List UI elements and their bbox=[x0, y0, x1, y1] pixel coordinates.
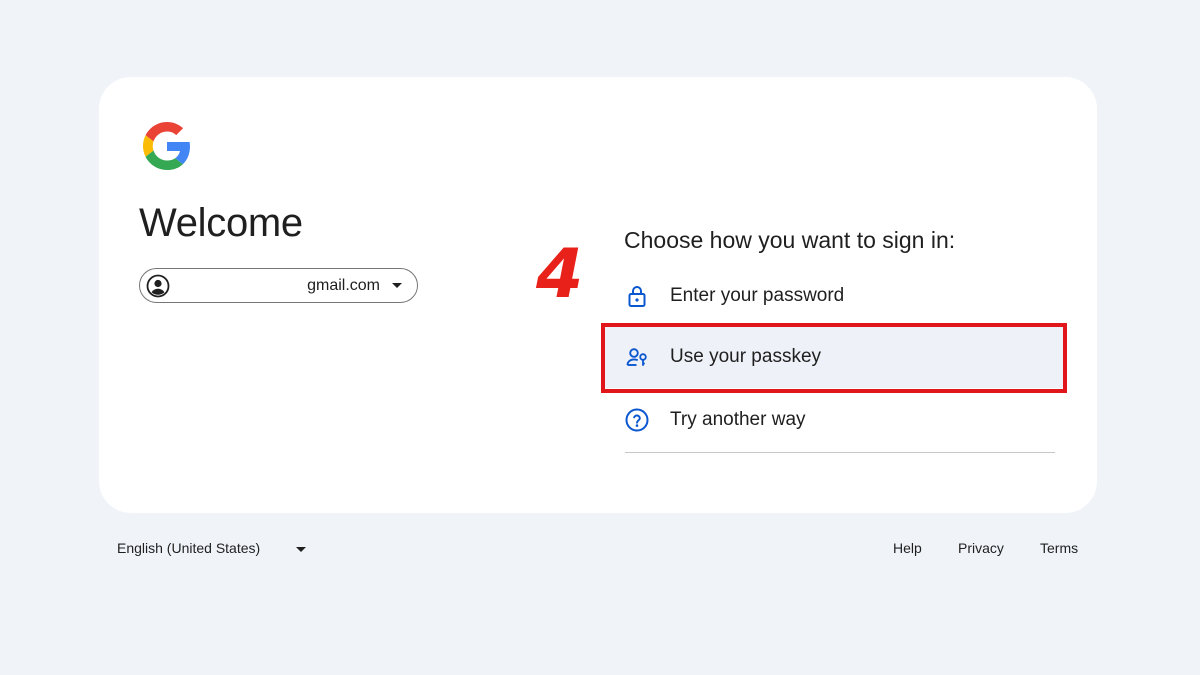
account-chip[interactable]: gmail.com bbox=[139, 268, 418, 303]
account-email: gmail.com bbox=[307, 277, 380, 294]
footer-link-help[interactable]: Help bbox=[893, 540, 922, 556]
caret-down-icon[interactable] bbox=[296, 547, 306, 552]
sign-in-card: Welcome gmail.com 4 Choose how you want … bbox=[99, 77, 1097, 513]
option-label: Try another way bbox=[670, 409, 806, 430]
google-logo-icon bbox=[143, 122, 190, 170]
help-circle-icon bbox=[625, 408, 649, 432]
step-marker: 4 bbox=[536, 235, 584, 314]
option-label: Enter your password bbox=[670, 285, 845, 306]
divider bbox=[625, 452, 1055, 453]
language-selector[interactable]: English (United States) bbox=[117, 540, 260, 556]
option-enter-password[interactable]: Enter your password bbox=[605, 265, 1065, 327]
option-try-another-way[interactable]: Try another way bbox=[605, 389, 1065, 451]
account-circle-icon bbox=[146, 274, 170, 298]
sign-in-prompt: Choose how you want to sign in: bbox=[624, 227, 956, 253]
lock-icon bbox=[628, 286, 646, 307]
footer-link-privacy[interactable]: Privacy bbox=[958, 540, 1004, 556]
caret-down-icon bbox=[392, 283, 402, 288]
footer-link-terms[interactable]: Terms bbox=[1040, 540, 1078, 556]
highlight-annotation bbox=[601, 323, 1067, 393]
page-title: Welcome bbox=[139, 201, 303, 245]
